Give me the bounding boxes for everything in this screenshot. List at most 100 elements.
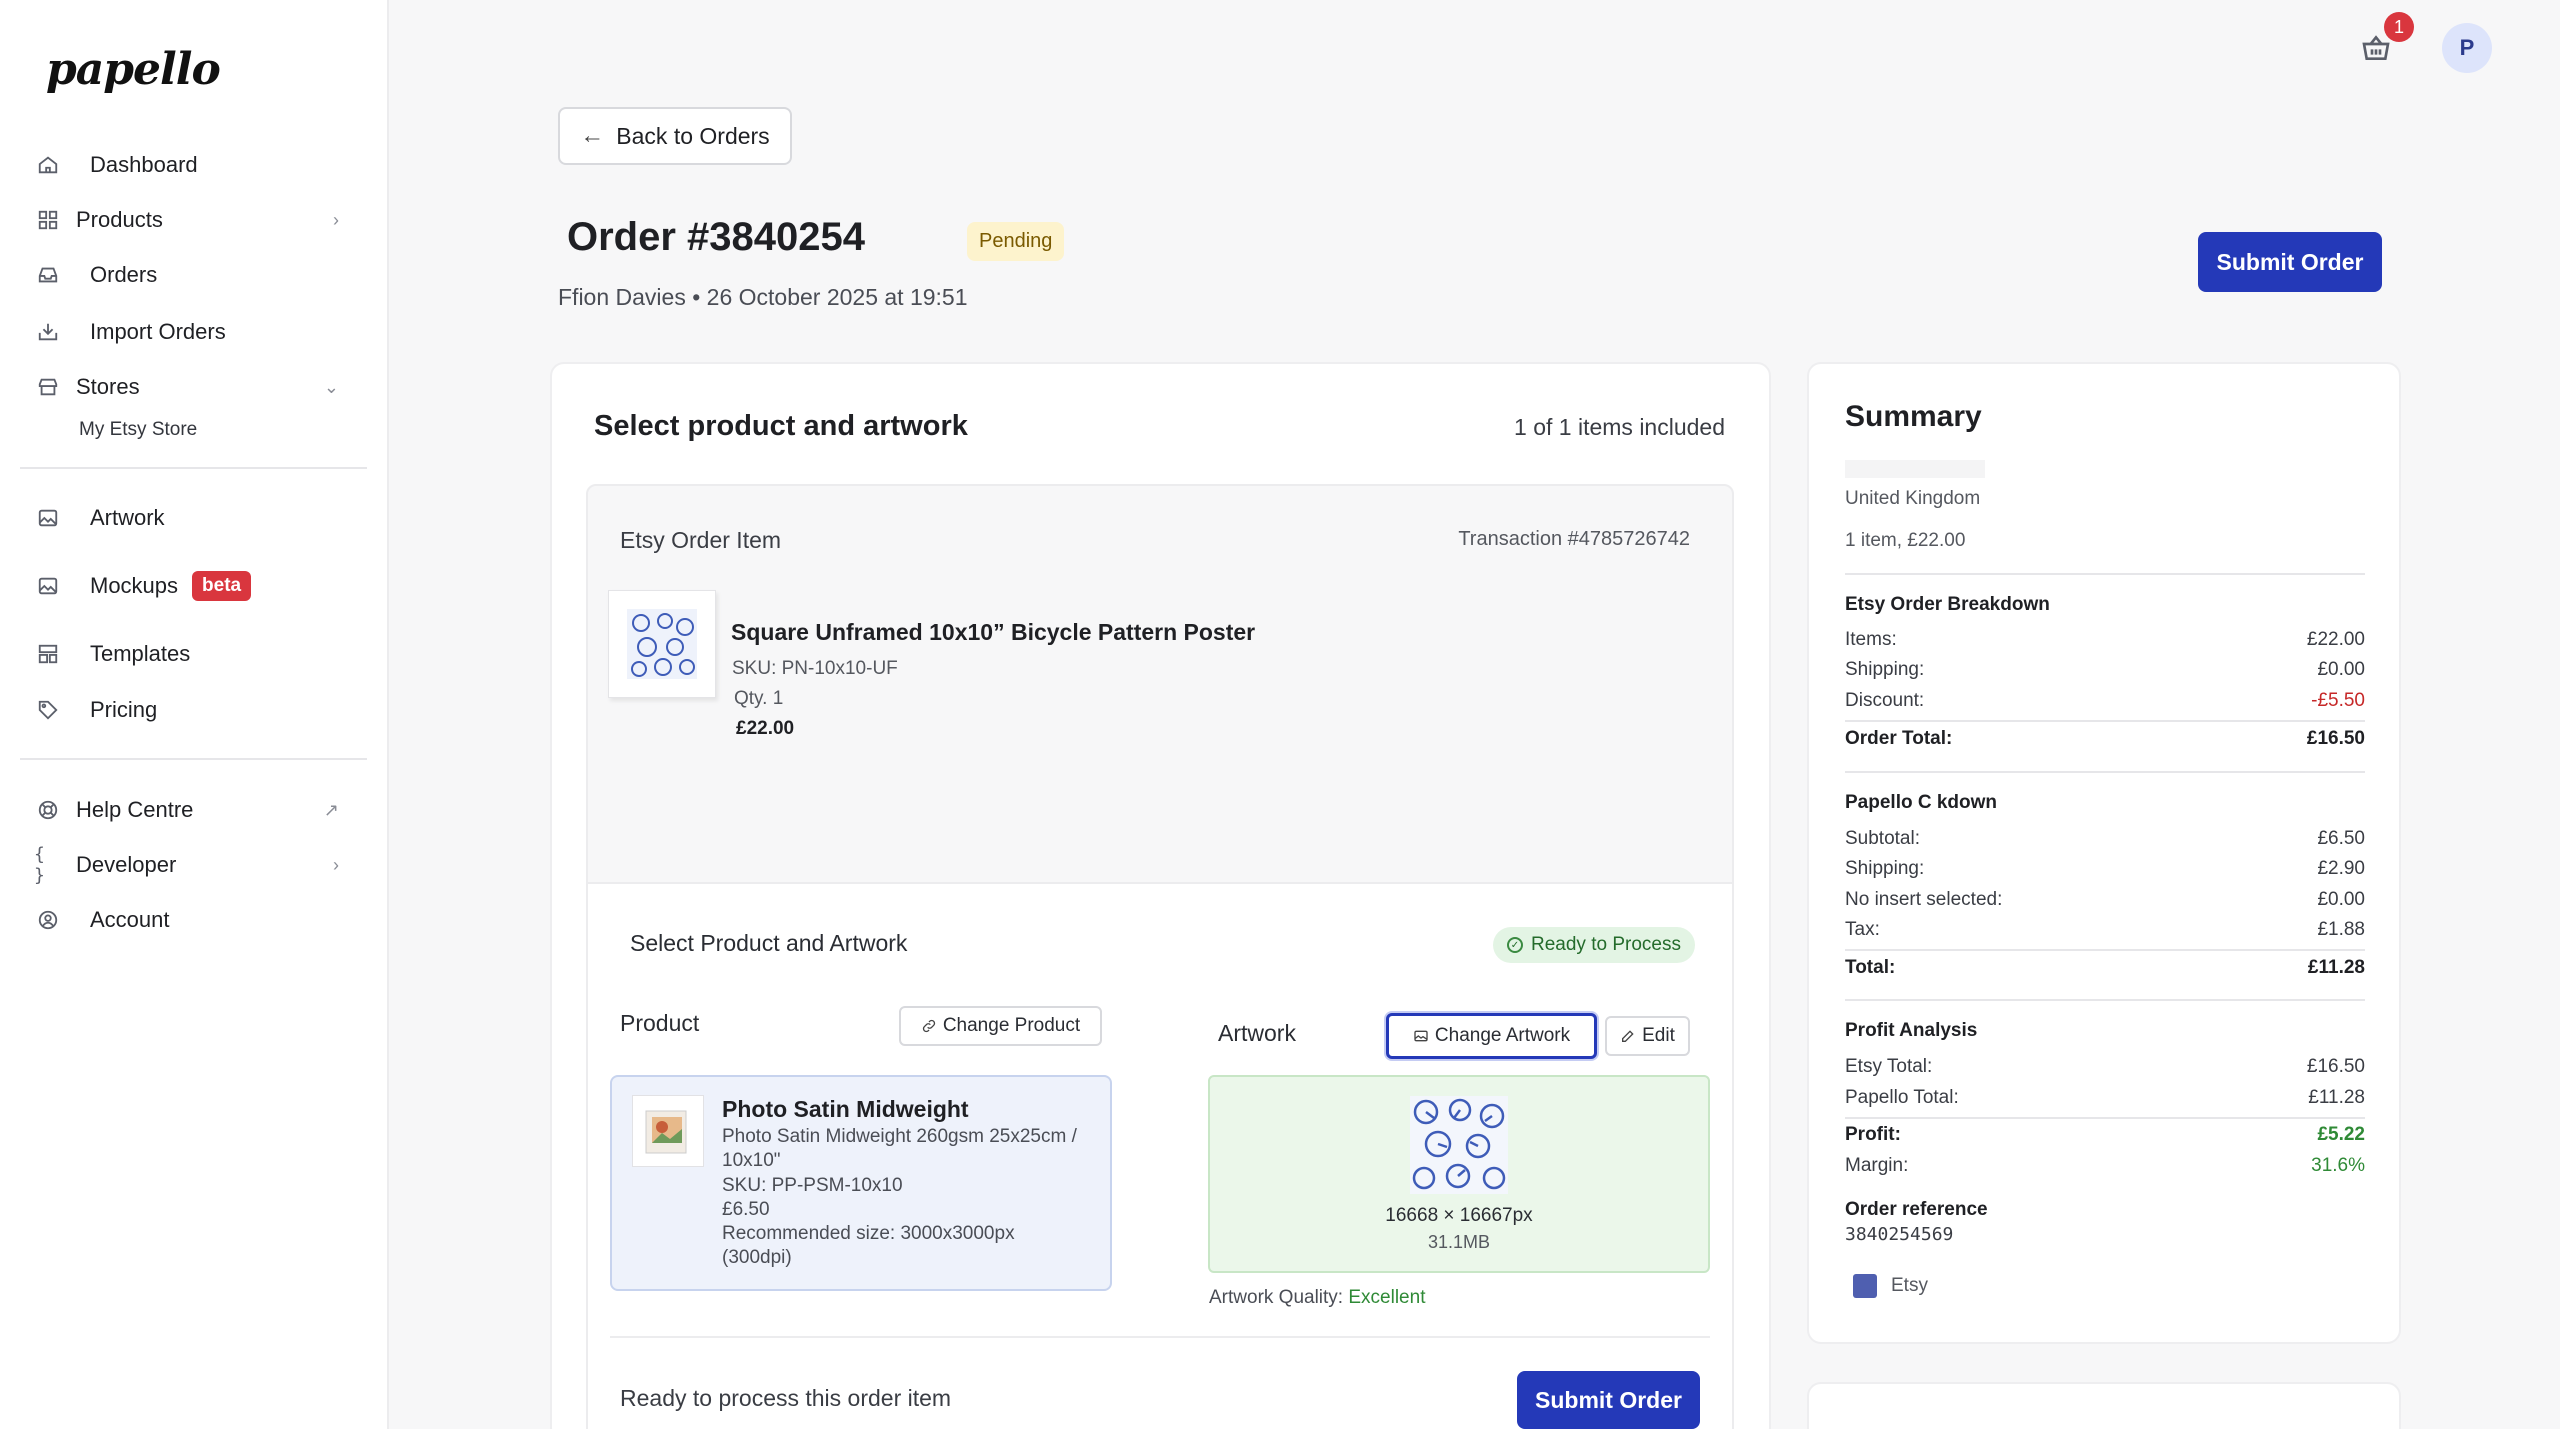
secondary-card (1807, 1382, 2401, 1429)
lifebuoy-icon (34, 796, 62, 824)
profit-row-etsy-total: Etsy Total: £16.50 (1845, 1056, 2365, 1078)
etsy-row-discount: Discount: -£5.50 (1845, 690, 2365, 712)
papello-row-shipping: Shipping: £2.90 (1845, 858, 2365, 880)
sidebar-item-import-orders[interactable]: Import Orders (34, 310, 353, 354)
back-to-orders-button[interactable]: ← Back to Orders (558, 107, 792, 165)
sidebar-item-mockups[interactable]: Mockups beta (34, 564, 353, 608)
back-button-label: Back to Orders (616, 122, 770, 149)
sidebar-item-pricing[interactable]: Pricing (34, 688, 353, 732)
link-icon (922, 1019, 935, 1033)
submit-order-item-button[interactable]: Submit Order (1517, 1371, 1700, 1429)
row-value: 31.6% (2311, 1155, 2365, 1176)
sidebar-subitem-my-etsy-store[interactable]: My Etsy Store (79, 419, 197, 441)
papello-row-insert: No insert selected: £0.00 (1845, 889, 2365, 911)
items-summary: 1 item, £22.00 (1845, 530, 1966, 551)
sidebar-item-orders[interactable]: Orders (34, 253, 353, 297)
row-label: Profit: (1845, 1124, 1901, 1145)
sidebar-item-label: Account (90, 907, 170, 932)
summary-divider (1845, 771, 2365, 773)
submit-order-button[interactable]: Submit Order (2198, 232, 2382, 292)
cart-count-badge: 1 (2384, 12, 2414, 42)
chevron-right-icon: › (333, 854, 339, 875)
row-label: Discount: (1845, 690, 1925, 711)
row-value: £0.00 (2317, 889, 2365, 910)
external-link-icon: ↗ (323, 799, 339, 820)
row-value: £2.90 (2317, 858, 2365, 879)
artwork-dimensions: 16668 × 16667px (1385, 1205, 1533, 1226)
tag-icon (34, 696, 62, 724)
avatar[interactable]: P (2442, 23, 2492, 73)
row-value: £0.00 (2317, 659, 2365, 680)
sidebar-item-account[interactable]: Account (34, 898, 353, 942)
items-count: 1 of 1 items included (1514, 414, 1725, 440)
summary-divider (1845, 573, 2365, 575)
image-icon (1414, 1030, 1428, 1042)
papello-breakdown-heading: Papello C kdown (1845, 792, 1998, 813)
etsy-breakdown-heading: Etsy Order Breakdown (1845, 594, 2050, 615)
change-artwork-label: Change Artwork (1434, 1025, 1571, 1046)
change-product-label: Change Product (942, 1015, 1081, 1036)
braces-icon: { } (34, 844, 45, 886)
artwork-quality: Artwork Quality: Excellent (1209, 1287, 1425, 1309)
grid-icon (34, 206, 62, 234)
sidebar-item-help-centre[interactable]: Help Centre ↗ (34, 788, 353, 832)
change-artwork-button[interactable]: Change Artwork (1386, 1013, 1597, 1059)
row-label: Papello Total: (1845, 1087, 1959, 1108)
row-label: Items: (1845, 629, 1897, 650)
change-product-button[interactable]: Change Product (899, 1006, 1102, 1046)
sidebar-item-label: Templates (90, 641, 191, 666)
row-value: £16.50 (2306, 1056, 2365, 1077)
sidebar-item-products[interactable]: Products › (34, 198, 353, 242)
chevron-down-icon: ⌄ (323, 376, 339, 397)
sidebar: papello Dashboard Products › Orders Impo… (0, 0, 389, 1429)
sidebar-divider (20, 758, 367, 760)
sidebar-item-developer[interactable]: { } Developer › (34, 843, 353, 887)
channel-label: Etsy (1891, 1275, 1928, 1296)
row-label: Total: (1845, 957, 1896, 978)
order-reference-heading: Order reference (1845, 1199, 1988, 1220)
row-label: Shipping: (1845, 858, 1925, 879)
row-label: Tax: (1845, 919, 1880, 940)
card-title: Select product and artwork (594, 410, 968, 442)
profit-row: Profit: £5.22 (1845, 1124, 2365, 1146)
edit-label: Edit (1642, 1025, 1675, 1046)
sidebar-item-stores[interactable]: Stores ⌄ (34, 365, 353, 409)
edit-artwork-button[interactable]: Edit (1605, 1016, 1690, 1056)
etsy-row-items: Items: £22.00 (1845, 629, 2365, 651)
row-label: Subtotal: (1845, 828, 1920, 849)
sidebar-divider (20, 467, 367, 469)
section-divider (610, 1336, 1710, 1338)
edit-icon (1622, 1030, 1634, 1042)
row-value: £6.50 (2317, 828, 2365, 849)
beta-badge: beta (192, 571, 252, 601)
row-value: £11.28 (2308, 1087, 2365, 1108)
sidebar-item-label: Help Centre (76, 797, 194, 822)
product-column-label: Product (620, 1010, 700, 1036)
papello-logo[interactable]: papello (46, 44, 221, 95)
row-value: £11.28 (2307, 957, 2365, 978)
artwork-file-size: 31.1MB (1427, 1232, 1491, 1252)
sidebar-item-label: Mockups (90, 573, 179, 598)
sidebar-item-label: Pricing (90, 697, 158, 722)
selected-product-desc: Photo Satin Midweight 260gsm 25x25cm / 1… (722, 1126, 1077, 1171)
image-icon (34, 504, 62, 532)
row-label: Margin: (1845, 1155, 1909, 1176)
chevron-right-icon: › (333, 209, 339, 230)
etsy-row-shipping: Shipping: £0.00 (1845, 659, 2365, 681)
arrow-left-icon: ← (580, 122, 605, 149)
artwork-quality-value: Excellent (1348, 1287, 1426, 1308)
user-circle-icon (34, 906, 62, 934)
row-value: £1.88 (2317, 919, 2365, 940)
home-icon (34, 151, 62, 179)
sidebar-item-artwork[interactable]: Artwork (34, 496, 353, 540)
etsy-order-item-label: Etsy Order Item (620, 527, 782, 553)
selected-product-price: £6.50 (722, 1199, 770, 1220)
section-title: Select Product and Artwork (630, 930, 908, 956)
sidebar-item-dashboard[interactable]: Dashboard (34, 143, 353, 187)
status-badge: Pending (967, 222, 1065, 261)
sidebar-item-templates[interactable]: Templates (34, 632, 353, 676)
check-circle-icon: ✓ (1507, 937, 1523, 953)
artwork-quality-label: Artwork Quality: (1209, 1287, 1344, 1308)
artwork-thumbnail (1410, 1096, 1508, 1194)
etsy-icon (1853, 1274, 1877, 1298)
